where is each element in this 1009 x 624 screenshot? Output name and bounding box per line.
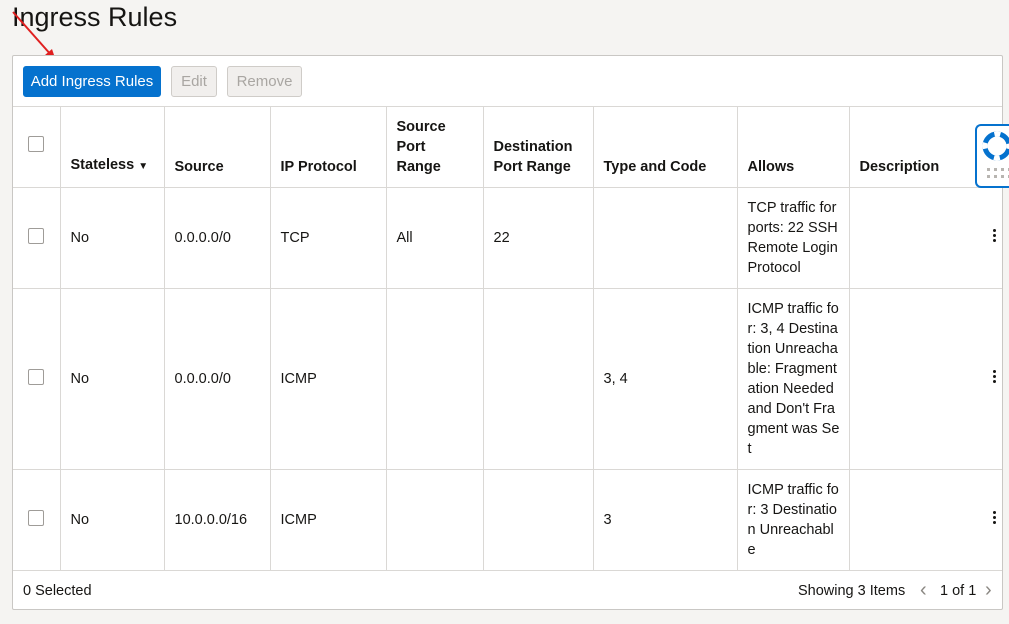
select-all-checkbox[interactable] bbox=[28, 136, 45, 152]
header-type-and-code: Type and Code bbox=[593, 106, 738, 188]
cell-destination-port-range bbox=[483, 469, 594, 571]
cell-allows: TCP traffic for ports: 22 SSH Remote Log… bbox=[737, 187, 850, 289]
cell-description bbox=[849, 469, 1002, 571]
row-select-cell bbox=[13, 469, 61, 571]
cell-source: 10.0.0.0/16 bbox=[164, 469, 271, 571]
cell-source-port-range bbox=[386, 469, 484, 571]
header-stateless[interactable]: Stateless ▼ bbox=[60, 106, 165, 188]
cell-source-port-range: All bbox=[386, 187, 484, 289]
chevron-right-icon[interactable]: › bbox=[985, 580, 992, 600]
row-checkbox[interactable] bbox=[28, 369, 45, 385]
cell-source: 0.0.0.0/0 bbox=[164, 187, 271, 289]
cell-type-and-code bbox=[593, 187, 738, 289]
cell-type-and-code: 3 bbox=[593, 469, 738, 571]
header-destination-port-range: Destination Port Range bbox=[483, 106, 594, 188]
drag-handle-icon[interactable] bbox=[987, 168, 1009, 180]
table-row: No 0.0.0.0/0 ICMP 3, 4 ICMP traffic for:… bbox=[13, 288, 1002, 470]
kebab-menu-icon[interactable] bbox=[993, 510, 997, 526]
kebab-menu-icon[interactable] bbox=[993, 228, 997, 244]
row-select-cell bbox=[13, 187, 61, 289]
page-indicator: 1 of 1 bbox=[940, 583, 977, 599]
table-header-row: Stateless ▼ Source IP Protocol Source Por… bbox=[13, 106, 1002, 188]
header-stateless-label: Stateless bbox=[70, 157, 135, 173]
cell-destination-port-range: 22 bbox=[483, 187, 594, 289]
selected-count: 0 Selected bbox=[23, 583, 92, 599]
ingress-rules-panel: Add Ingress Rules Edit Remove Stateless ▼ bbox=[12, 55, 1003, 610]
cell-destination-port-range bbox=[483, 288, 594, 470]
row-select-cell bbox=[13, 288, 61, 470]
add-ingress-rules-button[interactable]: Add Ingress Rules bbox=[23, 66, 161, 97]
remove-button[interactable]: Remove bbox=[227, 66, 302, 97]
cell-allows: ICMP traffic for: 3 Destination Unreacha… bbox=[737, 469, 850, 571]
cell-description bbox=[849, 288, 1002, 470]
cell-ip-protocol: TCP bbox=[270, 187, 387, 289]
header-allows: Allows bbox=[737, 106, 850, 188]
cell-ip-protocol: ICMP bbox=[270, 288, 387, 470]
edit-button[interactable]: Edit bbox=[171, 66, 217, 97]
header-source: Source bbox=[164, 106, 271, 188]
cell-description bbox=[849, 187, 1002, 289]
header-source-port-range: Source Port Range bbox=[386, 106, 484, 188]
sort-descending-icon[interactable]: ▼ bbox=[138, 161, 148, 172]
help-widget[interactable] bbox=[975, 124, 1009, 188]
lifebuoy-icon[interactable] bbox=[981, 130, 1009, 166]
table-row: No 0.0.0.0/0 TCP All 22 TCP traffic for … bbox=[13, 187, 1002, 289]
cell-source: 0.0.0.0/0 bbox=[164, 288, 271, 470]
cell-source-port-range bbox=[386, 288, 484, 470]
row-checkbox[interactable] bbox=[28, 228, 45, 244]
kebab-menu-icon[interactable] bbox=[993, 369, 997, 385]
cell-stateless: No bbox=[60, 469, 165, 571]
select-all-cell bbox=[13, 106, 61, 188]
cell-allows: ICMP traffic for: 3, 4 Destination Unrea… bbox=[737, 288, 850, 470]
table-row: No 10.0.0.0/16 ICMP 3 ICMP traffic for: … bbox=[13, 469, 1002, 571]
page-title: Ingress Rules bbox=[12, 2, 178, 32]
table-footer: 0 Selected Showing 3 Items ‹ 1 of 1 › bbox=[13, 570, 1002, 609]
ingress-rules-table: Stateless ▼ Source IP Protocol Source Por… bbox=[13, 106, 1002, 571]
row-checkbox[interactable] bbox=[28, 510, 45, 526]
header-ip-protocol: IP Protocol bbox=[270, 106, 387, 188]
cell-type-and-code: 3, 4 bbox=[593, 288, 738, 470]
chevron-left-icon[interactable]: ‹ bbox=[920, 580, 927, 600]
showing-items-count: Showing 3 Items bbox=[798, 583, 906, 599]
cell-stateless: No bbox=[60, 288, 165, 470]
cell-ip-protocol: ICMP bbox=[270, 469, 387, 571]
cell-stateless: No bbox=[60, 187, 165, 289]
